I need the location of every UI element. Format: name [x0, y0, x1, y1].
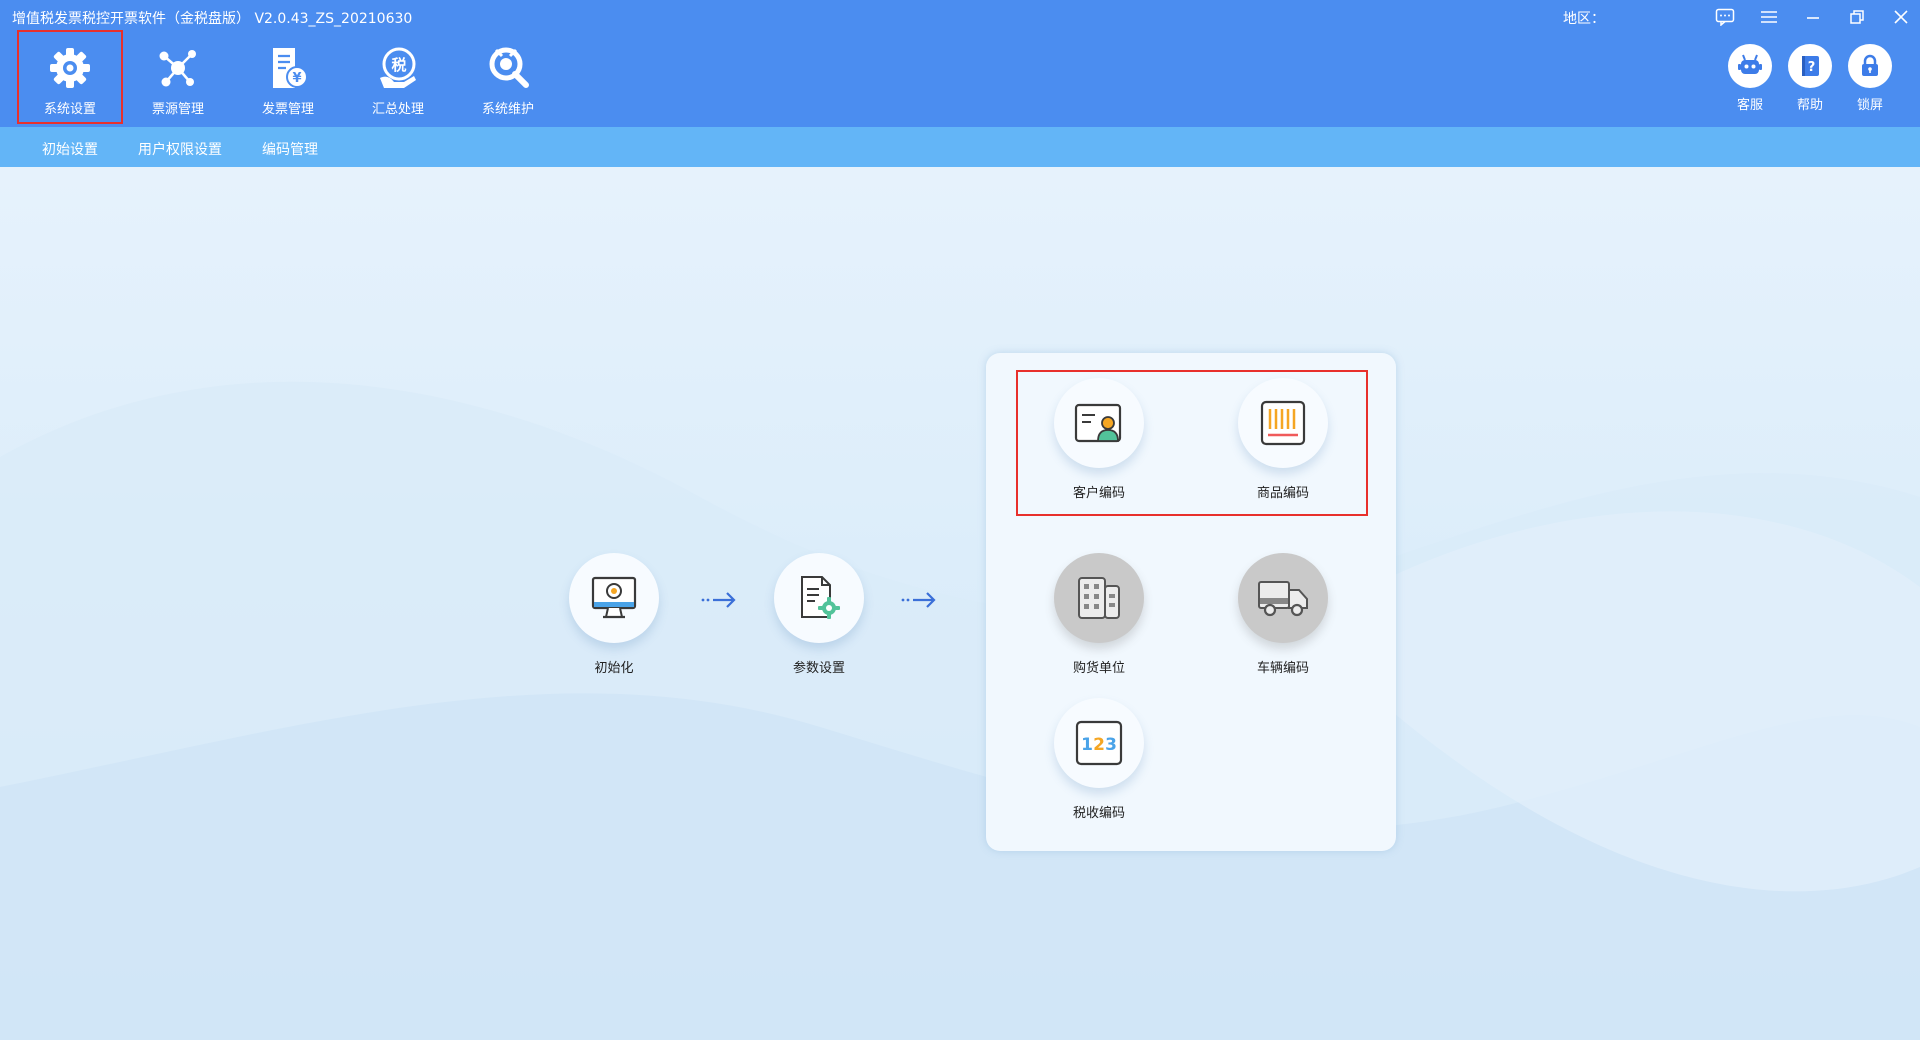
tab-label: 票源管理 — [151, 102, 204, 117]
customer-code-item[interactable]: 客户编码 — [1034, 378, 1164, 501]
item-label: 购货单位 — [1072, 661, 1125, 676]
item-label: 商品编码 — [1256, 486, 1309, 501]
product-code-item[interactable]: 商品编码 — [1218, 378, 1348, 501]
digit-1: 1 — [1081, 735, 1093, 755]
lock-icon — [1862, 54, 1878, 76]
tax-summary-icon: 税 — [380, 47, 416, 88]
number-code-icon: 1 2 3 — [1075, 720, 1123, 766]
right-button-label: 帮助 — [1796, 98, 1823, 113]
digit-2: 2 — [1093, 735, 1105, 755]
tab-system-maintenance[interactable]: 系统维护 — [455, 30, 561, 124]
subnav-user-permissions[interactable]: 用户权限设置 — [138, 139, 222, 159]
minimize-icon[interactable] — [1800, 6, 1826, 28]
gear-icon — [50, 48, 90, 88]
region-label: 地区： — [1563, 11, 1605, 27]
help-book-icon: ? — [1802, 56, 1819, 76]
subnav-initial-settings[interactable]: 初始设置 — [42, 139, 98, 159]
customer-service-button[interactable]: 客服 — [1725, 44, 1775, 113]
flow-arrow-icon — [701, 592, 736, 608]
right-button-label: 锁屏 — [1856, 98, 1883, 113]
step-label: 初始化 — [594, 661, 634, 676]
vehicle-code-item[interactable]: 车辆编码 — [1218, 553, 1348, 676]
truck-icon — [1258, 581, 1308, 617]
app-header: 增值税发票税控开票软件（金税盘版） V2.0.43_ZS_20210630 地区… — [0, 0, 1920, 127]
item-label: 车辆编码 — [1256, 661, 1309, 676]
building-icon — [1078, 577, 1120, 619]
customer-card-icon — [1074, 403, 1122, 443]
subnav-code-management[interactable]: 编码管理 — [262, 139, 318, 159]
item-label: 客户编码 — [1072, 486, 1125, 501]
barcode-icon — [1260, 400, 1306, 446]
menu-icon[interactable] — [1756, 6, 1782, 28]
svg-text:税: 税 — [391, 56, 406, 74]
item-label: 税收编码 — [1072, 806, 1125, 821]
tab-invoice-source[interactable]: 票源管理 — [125, 30, 231, 124]
background-waves — [0, 381, 1920, 1040]
step-label: 参数设置 — [792, 661, 845, 676]
tab-system-settings[interactable]: 系统设置 — [17, 30, 123, 124]
document-settings-icon — [801, 576, 840, 619]
digit-3: 3 — [1105, 735, 1117, 755]
tax-code-item[interactable]: 1 2 3 税收编码 — [1034, 698, 1164, 821]
tab-label: 系统维护 — [481, 102, 534, 117]
sub-navigation: 初始设置 用户权限设置 编码管理 — [0, 127, 1920, 167]
svg-text:?: ? — [1808, 60, 1816, 75]
window-title: 增值税发票税控开票软件（金税盘版） V2.0.43_ZS_20210630 — [12, 11, 413, 27]
tab-label: 系统设置 — [43, 102, 96, 117]
robot-icon — [1738, 54, 1762, 74]
svg-text:¥: ¥ — [292, 71, 301, 86]
network-icon — [159, 50, 196, 87]
main-content: 初始化 参数设置 客户编码 商品编码 购货单位 车辆编码 1 2 3 税收编码 — [0, 167, 1920, 1040]
tab-label: 发票管理 — [261, 102, 314, 117]
tab-invoice-management[interactable]: ¥ 发票管理 — [235, 30, 341, 124]
monitor-icon — [591, 576, 637, 619]
help-button[interactable]: ? 帮助 — [1785, 44, 1835, 113]
tab-label: 汇总处理 — [371, 102, 424, 117]
lock-screen-button[interactable]: 锁屏 — [1845, 44, 1895, 113]
maintenance-icon — [489, 47, 529, 88]
right-button-label: 客服 — [1736, 98, 1763, 113]
tab-summary-processing[interactable]: 税 汇总处理 — [345, 30, 451, 124]
close-icon[interactable] — [1888, 6, 1914, 28]
step-initialize[interactable]: 初始化 — [549, 553, 679, 676]
purchaser-unit-item[interactable]: 购货单位 — [1034, 553, 1164, 676]
step-parameter-settings[interactable]: 参数设置 — [754, 553, 884, 676]
message-icon[interactable] — [1712, 6, 1738, 28]
restore-icon[interactable] — [1844, 6, 1870, 28]
flow-arrow-icon — [901, 592, 936, 608]
invoice-icon: ¥ — [273, 48, 308, 88]
